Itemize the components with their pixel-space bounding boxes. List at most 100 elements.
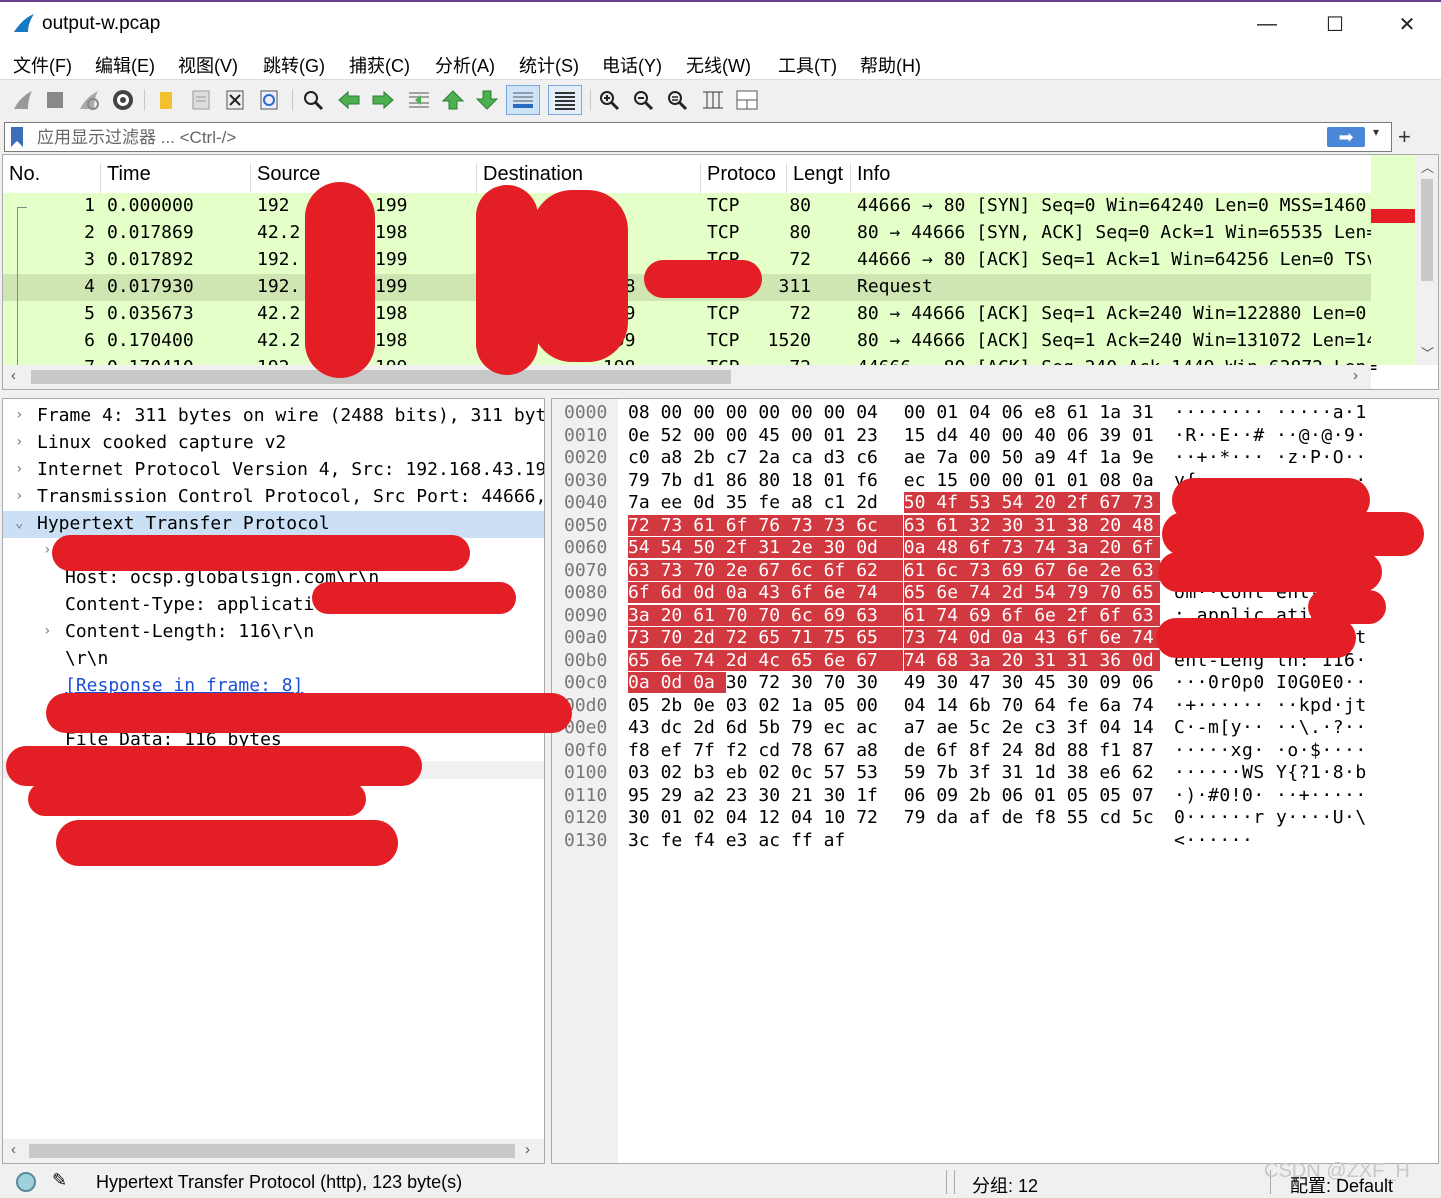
hex-byte[interactable]: 05 — [824, 695, 846, 716]
hex-byte[interactable]: 67 — [856, 649, 904, 671]
hex-byte[interactable]: ae — [936, 717, 958, 738]
hex-byte[interactable]: f8 — [1034, 807, 1056, 828]
hex-row[interactable]: 00f0 f8 ef 7f f2 cd 78 67 a8 de 6f 8f 24 8d 88 f1 87 ····… — [552, 740, 1438, 763]
detail-row[interactable]: \r\n — [3, 646, 544, 673]
hex-byte[interactable]: d4 — [936, 425, 958, 446]
hex-byte[interactable]: ca — [791, 447, 813, 468]
open-folder-icon[interactable] — [152, 85, 182, 115]
hex-byte[interactable]: 0d — [660, 672, 694, 693]
hex-byte[interactable]: 6e — [1099, 627, 1133, 648]
hex-byte[interactable]: 6e — [660, 649, 694, 671]
hex-byte[interactable]: 2f — [1066, 604, 1100, 626]
chevron-left-icon[interactable]: ‹ — [11, 367, 16, 384]
options-gear-icon[interactable] — [108, 85, 138, 115]
hex-byte[interactable]: 73 — [1001, 537, 1035, 558]
hex-byte[interactable]: 70 — [1099, 582, 1133, 603]
hex-ascii[interactable]: ·R··E··# ··@·@·9· — [1174, 425, 1367, 446]
hex-byte[interactable]: 95 — [628, 785, 650, 806]
last-packet-icon[interactable] — [472, 85, 502, 115]
hex-row[interactable]: 0010 0e 52 00 00 45 00 01 23 15 d4 40 00 40 06 39 01 ·R··… — [552, 425, 1438, 448]
hex-byte[interactable]: a8 — [661, 447, 683, 468]
hex-byte[interactable]: 6f — [628, 582, 661, 603]
hex-byte[interactable]: 23 — [856, 425, 878, 446]
hex-byte[interactable]: 78 — [791, 740, 813, 761]
hex-byte[interactable]: a8 — [856, 740, 878, 761]
hex-byte[interactable]: 00 — [824, 402, 846, 423]
hex-byte[interactable]: 0a — [903, 537, 937, 558]
hex-byte[interactable]: 0e — [693, 695, 715, 716]
hex-byte[interactable]: 07 — [1132, 785, 1154, 806]
hex-byte[interactable]: 73 — [903, 627, 937, 648]
hex-byte[interactable]: 06 — [1002, 402, 1024, 423]
hex-byte[interactable]: ae — [904, 447, 926, 468]
hex-byte[interactable]: d1 — [693, 470, 715, 491]
hex-byte[interactable]: 6f — [823, 559, 857, 581]
hex-byte[interactable]: 54 — [628, 537, 661, 558]
hex-byte[interactable]: 54 — [1034, 582, 1068, 603]
hex-byte[interactable]: 43 — [758, 582, 792, 603]
hex-byte[interactable]: 57 — [824, 762, 846, 783]
close-button[interactable]: ✕ — [1384, 8, 1430, 40]
hex-byte[interactable]: 0a — [1001, 627, 1035, 648]
autoscroll-icon[interactable] — [506, 85, 540, 115]
detail-row[interactable]: › Linux cooked capture v2 — [3, 430, 544, 457]
hex-byte[interactable]: 87 — [1132, 740, 1154, 761]
chevron-down-icon[interactable]: ﹀ — [1421, 343, 1434, 362]
hex-byte[interactable]: 6c — [791, 559, 824, 581]
hex-byte[interactable]: 15 — [936, 470, 958, 491]
hex-byte[interactable]: f8 — [628, 740, 650, 761]
hex-byte[interactable]: 6c — [791, 604, 824, 626]
hex-byte[interactable]: 00 — [1002, 425, 1024, 446]
hex-byte[interactable]: 45 — [758, 425, 780, 446]
hex-byte[interactable]: 47 — [969, 672, 991, 693]
menu-analyze[interactable]: 分析(A) — [435, 52, 495, 78]
hex-byte[interactable]: 65 — [856, 627, 904, 648]
hex-byte[interactable]: f6 — [856, 470, 878, 491]
hex-byte[interactable]: 63 — [856, 604, 904, 626]
hex-byte[interactable]: 2e — [1099, 559, 1133, 581]
hex-byte[interactable]: 50 — [903, 492, 937, 513]
hex-byte[interactable]: 04 — [1099, 717, 1121, 738]
hex-byte[interactable]: 0a — [628, 672, 661, 693]
hex-byte[interactable]: 04 — [726, 807, 748, 828]
chevron-right-icon[interactable]: › — [15, 461, 23, 477]
hex-byte[interactable]: 43 — [1034, 627, 1068, 648]
hex-byte[interactable]: 65 — [1132, 582, 1160, 603]
hex-byte[interactable]: 7b — [661, 470, 683, 491]
col-no[interactable]: No. — [3, 163, 101, 193]
hex-byte[interactable]: 54 — [1001, 492, 1035, 513]
hex-byte[interactable]: 2f — [1066, 492, 1100, 513]
hex-byte[interactable]: 06 — [904, 785, 926, 806]
packet-list-hscroll[interactable]: ‹ › — [3, 365, 1371, 389]
hex-byte[interactable]: 55 — [1067, 807, 1089, 828]
hex-byte[interactable]: b3 — [693, 762, 715, 783]
detail-row[interactable]: › Frame 4: 311 bytes on wire (2488 bits),… — [3, 403, 544, 430]
hex-byte[interactable]: 3f — [969, 762, 991, 783]
hex-byte[interactable]: 2e — [725, 559, 759, 581]
hex-byte[interactable]: ec — [824, 717, 846, 738]
hex-ascii[interactable]: ······WS Y{?1·8·b — [1174, 762, 1367, 783]
hex-byte[interactable]: 6b — [969, 695, 991, 716]
hex-row[interactable]: 0130 3c fe f4 e3 ac ff af <······ — [552, 830, 1438, 853]
first-packet-icon[interactable] — [438, 85, 468, 115]
hex-byte[interactable]: 03 — [628, 762, 650, 783]
hex-byte[interactable]: 0d — [693, 492, 715, 513]
hex-byte[interactable]: 00 — [969, 447, 991, 468]
profile-label[interactable]: 配置: Default — [1290, 1172, 1393, 1198]
menu-telephony[interactable]: 电话(Y) — [602, 52, 662, 78]
zoom-out-icon[interactable] — [628, 85, 658, 115]
hex-byte[interactable]: 74 — [903, 649, 937, 671]
hex-byte[interactable]: c1 — [824, 492, 846, 513]
col-protocol[interactable]: Protoco — [701, 163, 787, 193]
hex-byte[interactable]: 05 — [1067, 785, 1089, 806]
hex-byte[interactable]: 02 — [661, 762, 683, 783]
hex-row[interactable]: 0100 03 02 b3 eb 02 0c 57 53 59 7b 3f 31 1d 38 e6 62 ····… — [552, 762, 1438, 785]
detail-row[interactable]: › Internet Protocol Version 4, Src: 192.1… — [3, 457, 544, 484]
hex-byte[interactable]: 6f — [1132, 537, 1160, 558]
hex-byte[interactable]: ee — [661, 492, 683, 513]
hex-byte[interactable]: 6d — [726, 717, 748, 738]
hex-byte[interactable]: 67 — [1034, 559, 1068, 581]
hex-row[interactable]: 00e0 43 dc 2d 6d 5b 79 ec ac a7 ae 5c 2e c3 3f 04 14 C·-m… — [552, 717, 1438, 740]
hex-byte[interactable]: 31 — [1066, 649, 1100, 671]
hex-byte[interactable]: 02 — [693, 807, 715, 828]
